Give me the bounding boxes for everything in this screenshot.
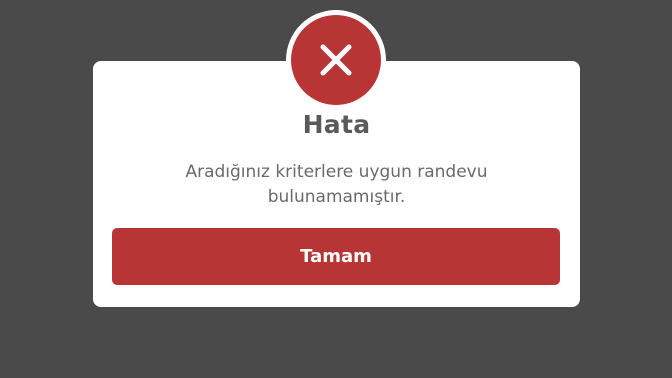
error-icon-badge: [291, 15, 381, 105]
dialog-title: Hata: [302, 110, 371, 139]
ok-button[interactable]: Tamam: [112, 228, 560, 285]
close-icon: [320, 44, 352, 76]
dialog-message: Aradığınız kriterlere uygun randevu bulu…: [185, 162, 488, 207]
